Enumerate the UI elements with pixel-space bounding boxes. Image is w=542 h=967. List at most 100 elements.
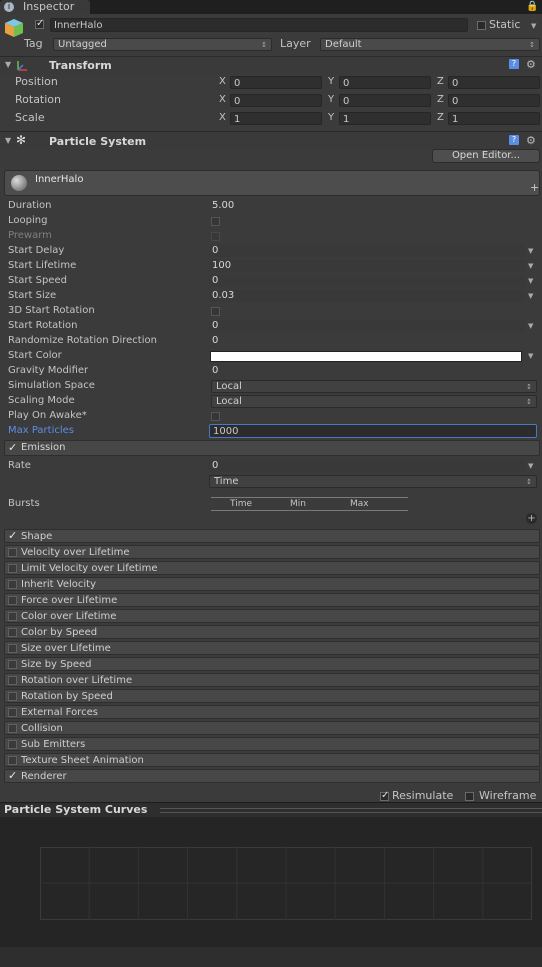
gear-icon[interactable]: ⚙ — [526, 58, 536, 71]
module-header[interactable]: Texture Sheet Animation — [4, 753, 540, 767]
module-checkbox[interactable] — [8, 596, 17, 605]
active-checkbox[interactable] — [35, 18, 44, 29]
tag-dropdown[interactable]: Untagged ↕ — [53, 38, 272, 51]
curve-mode-arrow-icon[interactable]: ▼ — [528, 275, 533, 287]
prop-field[interactable]: 0 — [209, 275, 525, 287]
layer-dropdown[interactable]: Default ↕ — [320, 38, 540, 51]
transform-y-field[interactable]: 0 — [339, 76, 431, 89]
max-particles-field[interactable]: 1000 — [209, 424, 537, 438]
prop-dropdown[interactable]: Local ↕ — [211, 395, 537, 408]
curves-area[interactable] — [0, 817, 542, 947]
help-icon[interactable]: ? — [509, 59, 519, 69]
prop-value[interactable]: 0 — [212, 335, 218, 347]
bursts-label: Bursts — [8, 498, 40, 509]
prop-checkbox[interactable] — [211, 307, 220, 316]
particle-system-header[interactable]: ▼ ✻ Particle System ? ⚙ — [0, 131, 542, 150]
module-checkbox[interactable] — [8, 564, 17, 573]
module-header[interactable]: Size over Lifetime — [4, 641, 540, 655]
transform-z-field[interactable]: 0 — [448, 76, 540, 89]
prop-checkbox[interactable] — [211, 217, 220, 226]
module-header[interactable]: Force over Lifetime — [4, 593, 540, 607]
transform-x-field[interactable]: 0 — [230, 76, 322, 89]
axis-z-label: Z — [437, 94, 444, 105]
module-checkbox[interactable] — [8, 740, 17, 749]
prop-value[interactable]: 5.00 — [212, 200, 234, 212]
curve-mode-arrow-icon[interactable]: ▼ — [528, 320, 533, 332]
rate-mode-dropdown[interactable]: Time ↕ — [209, 475, 537, 488]
module-header[interactable]: Limit Velocity over Lifetime — [4, 561, 540, 575]
module-checkbox[interactable] — [8, 692, 17, 701]
start-color-swatch[interactable] — [210, 351, 522, 362]
module-checkbox[interactable]: ✓ — [8, 769, 17, 782]
transform-y-field[interactable]: 1 — [339, 112, 431, 125]
particle-system-name-bar[interactable]: InnerHalo + — [4, 170, 540, 196]
transform-x-field[interactable]: 0 — [230, 94, 322, 107]
curve-mode-arrow-icon[interactable]: ▼ — [528, 290, 533, 302]
rate-field[interactable]: 0 — [209, 460, 525, 472]
module-header[interactable]: Sub Emitters — [4, 737, 540, 751]
add-module-icon[interactable]: + — [530, 181, 539, 194]
prop-value: Local — [216, 396, 242, 407]
curve-mode-arrow-icon[interactable]: ▼ — [528, 260, 533, 272]
prop-label: 3D Start Rotation — [8, 305, 95, 316]
transform-x-field[interactable]: 1 — [230, 112, 322, 125]
module-checkbox[interactable] — [8, 644, 17, 653]
module-checkbox[interactable] — [8, 548, 17, 557]
add-burst-icon[interactable]: + — [526, 513, 537, 524]
transform-y-field[interactable]: 0 — [339, 94, 431, 107]
module-header[interactable]: Color over Lifetime — [4, 609, 540, 623]
prop-field[interactable]: 100 — [209, 260, 525, 272]
module-header[interactable]: Rotation over Lifetime — [4, 673, 540, 687]
transform-z-field[interactable]: 0 — [448, 94, 540, 107]
transform-header[interactable]: ▼ Transform ? ⚙ — [0, 56, 542, 75]
prop-checkbox[interactable] — [211, 412, 220, 421]
static-checkbox[interactable] — [477, 21, 486, 30]
module-label: Force over Lifetime — [21, 595, 118, 606]
module-header[interactable]: Size by Speed — [4, 657, 540, 671]
bursts-col-time: Time — [230, 499, 253, 509]
module-header[interactable]: Rotation by Speed — [4, 689, 540, 703]
module-header[interactable]: Inherit Velocity — [4, 577, 540, 591]
module-checkbox[interactable] — [8, 708, 17, 717]
prop-field[interactable]: 0.03 — [209, 290, 525, 302]
module-checkbox[interactable] — [8, 612, 17, 621]
module-header[interactable]: Collision — [4, 721, 540, 735]
module-checkbox[interactable] — [8, 628, 17, 637]
curves-panel-header[interactable]: Particle System Curves — [0, 802, 542, 817]
module-checkbox[interactable] — [8, 756, 17, 765]
module-checkbox[interactable] — [8, 676, 17, 685]
module-checkbox[interactable] — [8, 660, 17, 669]
tab-inspector[interactable]: i Inspector — [0, 0, 90, 14]
module-header[interactable]: External Forces — [4, 705, 540, 719]
lock-icon[interactable]: 🔒 — [526, 2, 538, 12]
emission-module-header[interactable]: ✓ Emission — [4, 440, 540, 456]
foldout-arrow-icon[interactable]: ▼ — [5, 60, 11, 69]
color-mode-arrow-icon[interactable]: ▼ — [528, 350, 533, 362]
foldout-arrow-icon[interactable]: ▼ — [5, 136, 11, 145]
module-checkbox[interactable] — [8, 724, 17, 733]
module-checkbox[interactable] — [8, 580, 17, 589]
gear-icon[interactable]: ⚙ — [526, 134, 536, 147]
rate-dropdown-arrow-icon[interactable]: ▼ — [528, 460, 533, 472]
prop-dropdown[interactable]: Local ↕ — [211, 380, 537, 393]
prop-value: 0.03 — [212, 290, 235, 301]
prop-label: Gravity Modifier — [8, 365, 89, 376]
help-icon[interactable]: ? — [509, 135, 519, 145]
resimulate-checkbox[interactable] — [380, 790, 389, 801]
curve-mode-arrow-icon[interactable]: ▼ — [528, 245, 533, 257]
transform-z-field[interactable]: 1 — [448, 112, 540, 125]
module-header[interactable]: ✓ Shape — [4, 529, 540, 543]
curves-divider — [160, 808, 542, 813]
module-header[interactable]: ✓ Renderer — [4, 769, 540, 783]
module-checkbox[interactable]: ✓ — [8, 529, 17, 542]
module-header[interactable]: Velocity over Lifetime — [4, 545, 540, 559]
prop-field[interactable]: 0 — [209, 320, 525, 332]
static-dropdown-arrow-icon[interactable]: ▼ — [531, 20, 536, 32]
emission-checkbox[interactable]: ✓ — [8, 441, 17, 454]
object-name-field[interactable]: InnerHalo — [50, 18, 468, 32]
module-header[interactable]: Color by Speed — [4, 625, 540, 639]
wireframe-checkbox[interactable] — [465, 792, 474, 801]
open-editor-button[interactable]: Open Editor... — [432, 149, 540, 163]
prop-field[interactable]: 0 — [209, 245, 525, 257]
prop-value[interactable]: 0 — [212, 365, 218, 377]
